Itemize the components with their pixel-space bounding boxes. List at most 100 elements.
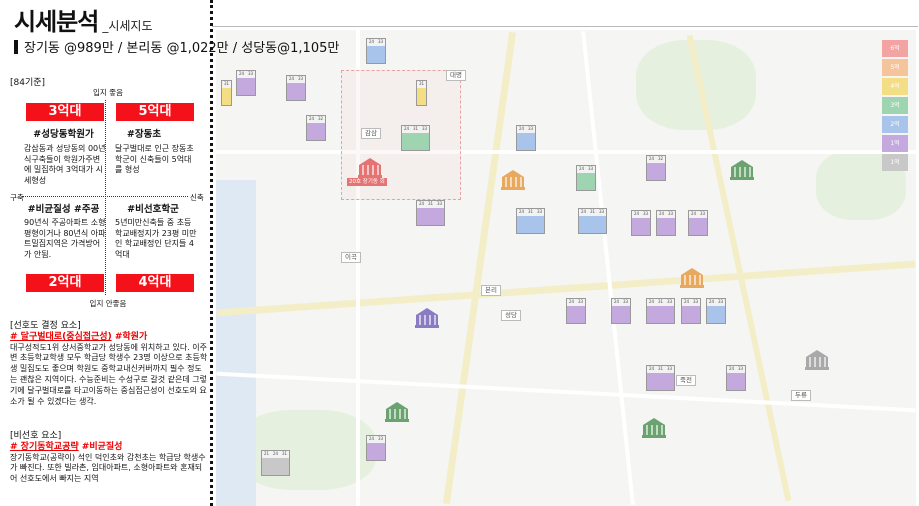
place-label: 성당 <box>501 310 521 321</box>
apartment-price-cell <box>682 317 691 323</box>
axis-bottom-label: 입지 안좋음 <box>89 299 127 308</box>
apartment-size-label: 33 <box>716 299 725 306</box>
apartment-price-cell <box>647 317 656 323</box>
apartment-price-cell <box>727 384 736 390</box>
school-icon[interactable] <box>642 418 666 438</box>
apartment-price-cell <box>402 144 411 150</box>
apartment-size-label: 32 <box>316 116 325 123</box>
place-label: 죽전 <box>676 375 696 386</box>
apartment-marker[interactable]: 24 31 33 <box>516 208 545 234</box>
apartment-size-label: 31 <box>426 201 435 208</box>
apartment-marker[interactable]: 24 31 33 <box>578 208 607 234</box>
apartment-price-cell <box>526 144 535 150</box>
apartment-price-cell <box>262 469 271 475</box>
apartment-size-label: 33 <box>246 71 255 78</box>
apartment-marker[interactable]: 2432 <box>646 155 666 181</box>
apartment-marker[interactable]: 31 <box>416 80 427 106</box>
price-legend: 6억 5억 4억 3억 2억 1억 1억 <box>882 40 908 173</box>
apartment-price-cell <box>632 229 641 235</box>
apartment-marker[interactable]: 24 33 <box>366 38 386 64</box>
title-underline <box>212 26 918 27</box>
apartment-price-cell <box>411 144 420 150</box>
apartment-price-cell <box>656 317 665 323</box>
apartment-marker[interactable]: 24 33 <box>566 298 586 324</box>
apartment-size-label: 24 <box>657 211 666 218</box>
apartment-size-label: 33 <box>597 209 606 216</box>
apartment-size-label: 24 <box>367 436 376 443</box>
place-label: 본리 <box>481 285 501 296</box>
school-icon[interactable] <box>680 268 704 288</box>
apartment-price-cell <box>612 317 621 323</box>
school-icon[interactable] <box>501 170 525 190</box>
apartment-price-cell <box>280 469 289 475</box>
apartment-marker[interactable]: 24 33 <box>688 210 708 236</box>
local-road <box>216 150 916 154</box>
legend-swatch: 1억 <box>882 154 908 171</box>
preference-highlight-1: # 달구벌대로(중심접근성) <box>10 331 112 342</box>
apartment-size-label: 31 <box>656 366 665 373</box>
apartment-price-cell <box>517 144 526 150</box>
price-box-top-right: 5억대 <box>116 103 194 121</box>
apartment-price-cell <box>222 99 231 105</box>
apartment-marker[interactable]: 24 33 <box>681 298 701 324</box>
apartment-marker[interactable]: 31 <box>221 80 232 106</box>
apartment-size-label: 33 <box>641 211 650 218</box>
apartment-price-cell <box>367 454 376 460</box>
apartment-price-cell <box>271 469 280 475</box>
apartment-size-label: 32 <box>656 156 665 163</box>
apartment-price-cell <box>586 184 595 190</box>
apartment-marker[interactable]: 24 33 <box>656 210 676 236</box>
apartment-size-label: 31 <box>656 299 665 306</box>
apartment-marker[interactable]: 24 33 <box>726 365 746 391</box>
apartment-marker[interactable]: 24 33 <box>286 75 306 101</box>
apartment-size-label: 24 <box>682 299 691 306</box>
apartment-price-cell <box>535 227 544 233</box>
apartment-size-label: 31 <box>280 451 289 458</box>
apartment-price-cell <box>657 229 666 235</box>
apartment-price-cell <box>316 134 325 140</box>
school-icon[interactable] <box>730 160 754 180</box>
apartment-marker[interactable]: 24 31 33 <box>401 125 430 151</box>
apartment-size-label: 33 <box>698 211 707 218</box>
apartment-size-label: 24 <box>579 209 588 216</box>
apartment-marker[interactable]: 24 33 <box>576 165 596 191</box>
apartment-price-cell <box>716 317 725 323</box>
apartment-size-label: 24 <box>237 71 246 78</box>
school-icon[interactable] <box>385 402 409 422</box>
apartment-marker[interactable]: 24 33 <box>706 298 726 324</box>
price-box-top-left: 3억대 <box>26 103 104 121</box>
apartment-size-label: 33 <box>435 201 444 208</box>
legend-swatch: 2억 <box>882 116 908 133</box>
apartment-marker[interactable]: 24 31 33 <box>416 200 445 226</box>
school-icon[interactable] <box>805 350 829 370</box>
apartment-marker[interactable]: 24 31 33 <box>646 298 675 324</box>
price-summary-text: 장기동 @989만 / 본리동 @1,022만 / 성당동@1,105만 <box>24 41 340 56</box>
apartment-size-label: 33 <box>621 299 630 306</box>
apartment-size-label: 24 <box>517 209 526 216</box>
park-area <box>236 410 376 490</box>
legend-swatch: 6억 <box>882 40 908 57</box>
apartment-marker[interactable]: 24 33 <box>516 125 536 151</box>
apartment-price-cell <box>567 317 576 323</box>
preference-highlights: # 달구벌대로(중심접근성) #학원가 <box>10 332 208 343</box>
apartment-size-label: 21 <box>262 451 271 458</box>
price-map[interactable]: 6억 5억 4억 3억 2억 1억 1억 대명 감삼 본리 이곡 성당 죽전 두류 20호 … <box>216 30 916 506</box>
apartment-marker[interactable]: 24 31 33 <box>646 365 675 391</box>
apartment-marker[interactable]: 24 33 <box>631 210 651 236</box>
apartment-price-cell <box>517 227 526 233</box>
school-icon[interactable] <box>358 158 382 178</box>
apartment-marker[interactable]: 2432 <box>306 115 326 141</box>
apartment-price-cell <box>376 57 385 63</box>
apartment-marker[interactable]: 21 24 31 <box>261 450 290 476</box>
non-preference-text: 장기동학교(공략이) 석인 덕인초와 감천초는 학급당 학생수가 빠진다. 또한… <box>10 452 206 484</box>
place-label: 감삼 <box>361 128 381 139</box>
apartment-marker[interactable]: 24 33 <box>366 435 386 461</box>
apartment-price-cell <box>246 89 255 95</box>
apartment-marker[interactable]: 24 33 <box>236 70 256 96</box>
quadrant-heading-bottom-left: #비균질성 #주공 <box>27 204 100 215</box>
school-icon[interactable] <box>415 308 439 328</box>
apartment-price-cell <box>621 317 630 323</box>
apartment-size-label: 24 <box>727 366 736 373</box>
apartment-size-label: 33 <box>666 211 675 218</box>
apartment-marker[interactable]: 24 33 <box>611 298 631 324</box>
